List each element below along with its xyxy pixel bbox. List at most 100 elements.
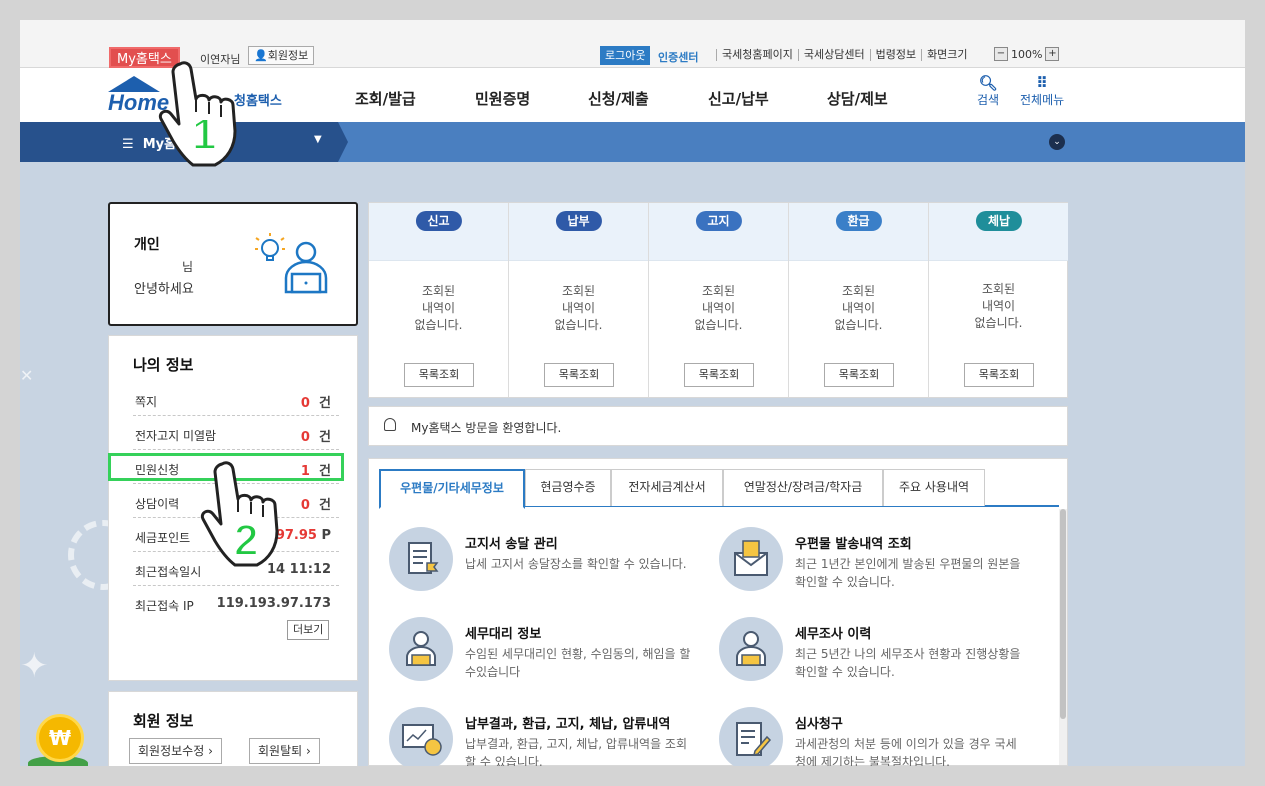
decor-sparkle-icon: ✦ xyxy=(20,646,49,686)
more-button[interactable]: 더보기 xyxy=(287,620,330,640)
allmenu-label: 전체메뉴 xyxy=(1020,93,1065,107)
info-label: 최근접속일시 xyxy=(135,565,202,579)
status-badge: 신고 xyxy=(415,211,462,231)
envelope-icon xyxy=(719,527,783,591)
service-appeal[interactable]: 심사청구 과세관청의 처분 등에 이의가 있을 경우 국세청에 제기하는 불복절… xyxy=(719,707,1039,766)
zoom-out-button[interactable]: − xyxy=(994,47,1008,61)
status-badge: 납부 xyxy=(555,211,602,231)
bar-arrow-shape xyxy=(338,122,348,162)
status-col-report: 신고 조회된 내역이 없습니다. 목록조회 xyxy=(369,203,509,397)
info-value: 0 건 xyxy=(300,430,331,445)
menu-application[interactable]: 신청/제출 xyxy=(588,88,649,109)
list-view-button[interactable]: 목록조회 xyxy=(824,363,894,387)
service-desc: 과세관청의 처분 등에 이의가 있을 경우 국세청에 제기하는 불복절차입니다. xyxy=(795,737,1017,766)
tax-status-table: 신고 조회된 내역이 없습니다. 목록조회 납부 조회된 내역이 없습니다. 목록조회 … xyxy=(368,202,1068,398)
service-audit-history[interactable]: 세무조사 이력 최근 5년간 나의 세무조사 현황과 진행상황을 확인할 수 있… xyxy=(719,617,1039,697)
status-badge: 체납 xyxy=(975,211,1023,231)
status-message: 조회된 내역이 없습니다. xyxy=(554,284,603,332)
law-info-link[interactable]: 법령정보 xyxy=(869,49,916,61)
tab-e-tax-invoice[interactable]: 전자세금계산서 xyxy=(611,469,723,506)
status-message: 조회된 내역이 없습니다. xyxy=(414,284,463,332)
profile-type: 개인 xyxy=(134,237,160,253)
status-message: 조회된 내역이 없습니다. xyxy=(694,284,743,332)
service-title: 우편물 발송내역 조회 xyxy=(795,537,912,552)
caret-down-icon: ▼ xyxy=(314,134,322,145)
menu-consult[interactable]: 상담/제보 xyxy=(827,88,888,109)
profile-card: 개인 님 안녕하세요 xyxy=(108,202,358,326)
tab-usage-history[interactable]: 주요 사용내역 xyxy=(883,469,985,506)
member-info-label: 회원정보 xyxy=(267,49,309,62)
edit-member-button[interactable]: 회원정보수정 › xyxy=(129,738,222,764)
step-1-label: 1 xyxy=(191,109,218,160)
nav-search[interactable]: 🔍︎ 검색 xyxy=(977,76,999,108)
tab-mail-tax-info[interactable]: 우편물/기타세무정보 xyxy=(379,469,525,509)
service-title: 심사청구 xyxy=(795,717,843,732)
list-view-button[interactable]: 목록조회 xyxy=(404,363,474,387)
browser-viewport: My홈택스 이연자님 👤회원정보 로그아웃 인증센터 국세청홈페이지 국세상담센… xyxy=(20,20,1245,766)
member-info-panel: 회원 정보 회원정보수정 › 회원탈퇴 › xyxy=(108,691,358,766)
chevron-down-icon[interactable]: ⌄ xyxy=(1049,134,1065,150)
status-col-arrears: 체납 조회된 내역이 없습니다. 목록조회 xyxy=(929,203,1069,397)
info-row-enotice[interactable]: 전자고지 미열람 0 건 xyxy=(133,416,339,450)
zoom-in-button[interactable]: + xyxy=(1045,47,1060,61)
service-payment-results[interactable]: 납부결과, 환급, 고지, 체납, 압류내역 납부결과, 환급, 고지, 체납,… xyxy=(389,707,709,766)
status-col-refund: 환급 조회된 내역이 없습니다. 목록조회 xyxy=(789,203,929,397)
consult-center-link[interactable]: 국세상담센터 xyxy=(797,49,865,61)
info-label: 세금포인트 xyxy=(135,531,191,545)
info-label: 최근접속 IP xyxy=(135,599,194,613)
status-col-notice: 고지 조회된 내역이 없습니다. 목록조회 xyxy=(649,203,789,397)
tab-year-end[interactable]: 연말정산/장려금/학자금 xyxy=(723,469,883,506)
person-laptop-icon xyxy=(719,617,783,681)
service-notice-delivery[interactable]: 고지서 송달 관리 납세 고지서 송달장소를 확인할 수 있습니다. xyxy=(389,527,709,607)
bell-icon xyxy=(384,418,396,431)
info-value: 0 건 xyxy=(300,396,331,411)
zoom-value: 100% xyxy=(1011,47,1043,61)
logout-button[interactable]: 로그아웃 xyxy=(600,46,651,65)
document-pen-icon xyxy=(719,707,783,766)
info-label: 쪽지 xyxy=(135,395,158,409)
profile-name-suffix: 님 xyxy=(182,260,194,274)
service-tax-agent[interactable]: 세무대리 정보 수임된 세무대리인 현황, 수임동의, 해임을 할수있습니다 xyxy=(389,617,709,697)
document-flag-icon xyxy=(389,527,453,591)
list-view-button[interactable]: 목록조회 xyxy=(964,363,1034,387)
service-desc: 수임된 세무대리인 현황, 수임동의, 해임을 할수있습니다 xyxy=(465,647,691,679)
service-title: 세무조사 이력 xyxy=(795,627,872,642)
list-view-button[interactable]: 목록조회 xyxy=(544,363,614,387)
content-scrollbar[interactable] xyxy=(1059,509,1067,765)
info-label: 상담이력 xyxy=(135,497,180,511)
search-icon: 🔍︎ xyxy=(978,74,998,92)
zoom-control: − 100% + xyxy=(994,47,1060,61)
user-laptop-icon xyxy=(255,233,328,294)
scrollbar-thumb[interactable] xyxy=(1060,509,1066,719)
tab-cash-receipt[interactable]: 현금영수증 xyxy=(525,469,611,506)
status-badge: 환급 xyxy=(835,211,882,231)
withdraw-button[interactable]: 회원탈퇴 › xyxy=(249,738,320,764)
info-value: 119.193.97.173 xyxy=(216,596,331,611)
service-title: 고지서 송달 관리 xyxy=(465,537,558,552)
status-col-payment: 납부 조회된 내역이 없습니다. 목록조회 xyxy=(509,203,649,397)
menu-certificate[interactable]: 민원증명 xyxy=(475,88,530,109)
nav-allmenu[interactable]: ⠿ 전체메뉴 xyxy=(1020,76,1064,108)
nts-homepage-link[interactable]: 국세청홈페이지 xyxy=(716,49,793,61)
info-label: 전자고지 미열람 xyxy=(135,429,217,443)
menu-inquiry[interactable]: 조회/발급 xyxy=(355,88,416,109)
service-mail-history[interactable]: 우편물 발송내역 조회 최근 1년간 본인에게 발송된 우편물의 원본을 확인할… xyxy=(719,527,1039,607)
status-badge: 고지 xyxy=(695,211,742,231)
profile-greeting: 안녕하세요 xyxy=(134,282,194,297)
info-row-last-ip: 최근접속 IP 119.193.97.173 xyxy=(133,586,339,620)
service-title: 세무대리 정보 xyxy=(465,627,542,642)
tab-bar: 우편물/기타세무정보 현금영수증 전자세금계산서 연말정산/장려금/학자금 주요… xyxy=(379,469,1059,509)
menu-report-pay[interactable]: 신고/납부 xyxy=(708,88,769,109)
screen-size-label: 화면크기 xyxy=(921,49,968,61)
grid-icon: ⠿ xyxy=(1036,74,1048,92)
info-row-notes[interactable]: 쪽지 0 건 xyxy=(133,382,339,416)
welcome-notice: My홈택스 방문을 환영합니다. xyxy=(368,406,1068,446)
won-coin-icon: ₩ xyxy=(36,714,84,762)
list-view-button[interactable]: 목록조회 xyxy=(684,363,754,387)
member-info-button[interactable]: 👤회원정보 xyxy=(248,46,315,65)
decor-x-icon: ✕ xyxy=(20,366,34,385)
cert-center-link[interactable]: 인증센터 xyxy=(658,49,698,65)
notice-text: My홈택스 방문을 환영합니다. xyxy=(411,421,562,435)
service-desc: 최근 5년간 나의 세무조사 현황과 진행상황을 확인할 수 있습니다. xyxy=(795,647,1021,679)
status-message: 조회된 내역이 없습니다. xyxy=(834,284,883,332)
